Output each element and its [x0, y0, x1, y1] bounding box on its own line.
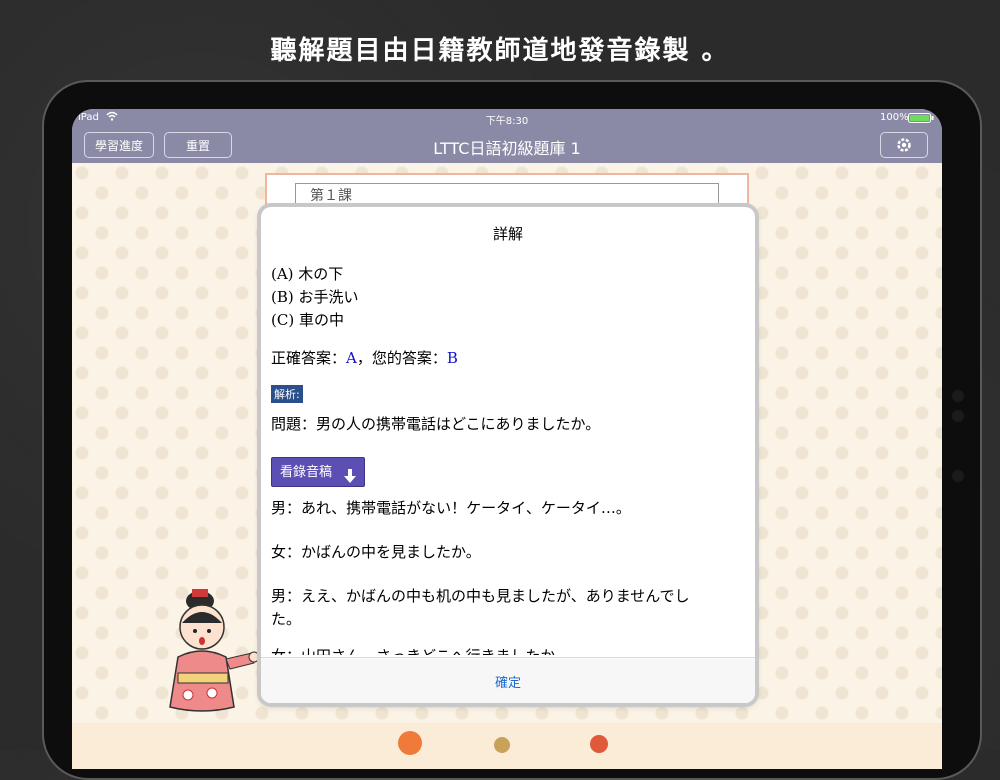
tab-lesson-icon[interactable]: [398, 731, 422, 755]
confirm-button[interactable]: 確定: [261, 672, 755, 691]
option-c: (C) 車の中: [271, 311, 344, 329]
arrow-down-icon: [344, 465, 356, 483]
app-screen: iPad 下午8:30 100% 學習進度 重置 LTTC日語初級題庫 1 第１…: [72, 109, 942, 769]
dialog-footer: 確定: [261, 657, 755, 703]
gear-icon: [895, 136, 913, 158]
transcript-button-label: 看錄音稿: [280, 465, 333, 480]
transcript-line: 男：ええ、かばんの中も机の中も見ましたが、ありませんでし: [271, 587, 690, 605]
status-bar: iPad 下午8:30 100%: [72, 109, 942, 127]
side-button: [952, 470, 964, 482]
side-button: [952, 410, 964, 422]
transcript-line: 男：あれ、携帯電話がない！ケータイ、ケータイ…。: [271, 499, 631, 517]
answer-mid: ，您的答案：: [356, 349, 447, 367]
answer-line: 正確答案：A，您的答案：B: [271, 347, 458, 368]
navigation-bar: 學習進度 重置 LTTC日語初級題庫 1: [72, 127, 942, 163]
dialog-content: (A) 木の下 (B) お手洗い (C) 車の中 正確答案：A，您的答案：B 解…: [271, 255, 741, 655]
clock: 下午8:30: [485, 116, 529, 127]
analysis-tag: 解析:: [271, 385, 303, 403]
battery-icon: [908, 113, 934, 126]
transcript-line: 女：山田さん、さっきどこへ行きましたか。: [271, 645, 570, 655]
battery-percent: 100%: [880, 112, 909, 123]
transcript-line: た。: [271, 610, 302, 628]
dialog-title: 詳解: [492, 225, 523, 243]
settings-button[interactable]: [880, 132, 928, 158]
lesson-selector[interactable]: 第１課: [295, 183, 719, 207]
option-b: (B) お手洗い: [271, 288, 359, 306]
side-button: [952, 390, 964, 402]
tab-bar: [72, 723, 942, 769]
option-a: (A) 木の下: [271, 265, 344, 283]
tab-tools-icon[interactable]: [494, 737, 510, 753]
transcript-line: 女：かばんの中を見ましたか。: [271, 543, 481, 561]
mascot-illustration: [160, 587, 260, 717]
correct-answer: A: [346, 349, 357, 367]
promo-headline: 聽解題目由日籍教師道地發音錄製 。: [270, 36, 730, 66]
answer-prefix: 正確答案：: [271, 349, 347, 367]
detail-dialog: 詳解 (A) 木の下 (B) お手洗い (C) 車の中 正確答案：A，您的答案：…: [261, 207, 755, 703]
page-title: LTTC日語初級題庫 1: [433, 139, 581, 158]
tab-alert-icon[interactable]: [590, 735, 608, 753]
user-answer: B: [446, 349, 458, 367]
transcript-button[interactable]: 看錄音稿: [271, 457, 365, 487]
question-text: 問題：男の人の携帯電話はどこにありましたか。: [271, 415, 601, 433]
